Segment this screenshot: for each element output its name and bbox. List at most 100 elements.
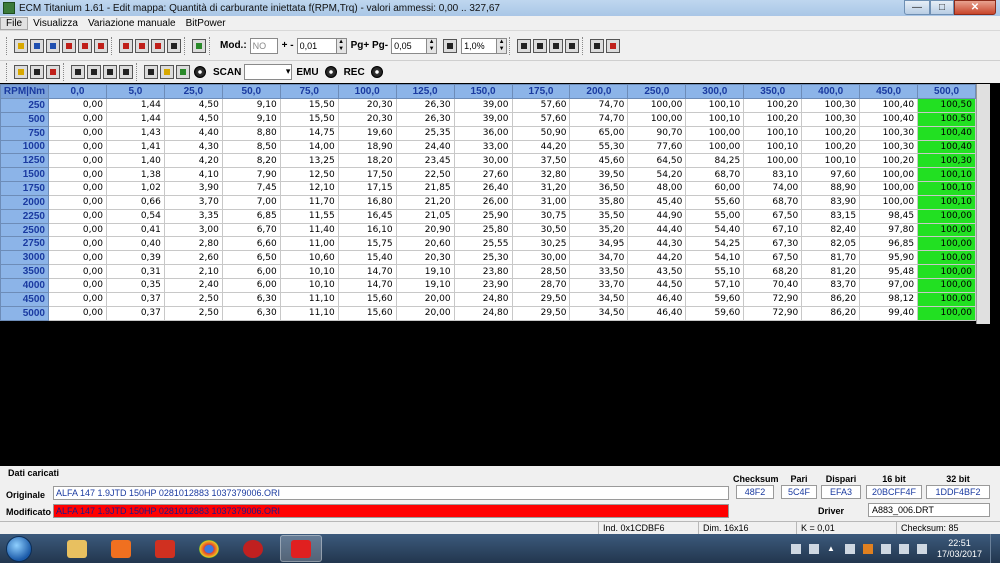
map-cell[interactable]: 97,60 (801, 167, 861, 183)
map-cell[interactable]: 24,40 (395, 139, 455, 155)
modified-file-field[interactable]: ALFA 147 1.9JTD 150HP 0281012883 1037379… (53, 504, 729, 518)
taskbar-media-player[interactable] (100, 535, 142, 562)
map-cell[interactable]: 6,30 (221, 291, 281, 307)
map-cell[interactable]: 83,10 (743, 167, 803, 183)
map-cell[interactable]: 95,90 (859, 250, 919, 266)
map-cell[interactable]: 0,00 (48, 264, 107, 279)
map-cell[interactable]: 0,37 (105, 305, 165, 321)
map-cell[interactable]: 0,66 (105, 194, 165, 210)
tray-network-icon[interactable] (880, 543, 891, 554)
map-cell[interactable]: 97,80 (859, 222, 919, 238)
map-cell[interactable]: 34,95 (569, 236, 629, 252)
map-cell[interactable]: 6,00 (221, 264, 281, 279)
map-cell[interactable]: 100,30 (859, 125, 919, 141)
percent-field[interactable]: 1,0% (461, 37, 498, 54)
map-cell[interactable]: 100,00 (627, 111, 687, 127)
export-icon[interactable] (192, 38, 206, 53)
map-cell[interactable]: 9,10 (221, 98, 281, 113)
map-cell[interactable]: 64,50 (627, 153, 687, 169)
map-cell[interactable]: 0,54 (105, 208, 165, 224)
map-cell[interactable]: 14,70 (337, 277, 397, 293)
map-cell[interactable]: 25,35 (395, 125, 455, 141)
map-cell[interactable]: 1,44 (105, 111, 165, 127)
maximize-button[interactable]: □ (930, 0, 954, 15)
map-cell[interactable]: 15,75 (337, 236, 397, 252)
map-cell[interactable]: 14,75 (279, 125, 339, 141)
map-cell[interactable]: 0,37 (105, 291, 165, 307)
map-cell[interactable]: 26,30 (395, 111, 455, 127)
map-cell[interactable]: 4,10 (163, 167, 223, 183)
map-cell[interactable]: 81,70 (801, 250, 861, 266)
map-cell[interactable]: 100,00 (917, 236, 976, 252)
map-cell[interactable]: 7,45 (221, 181, 281, 196)
map-cell[interactable]: 18,20 (337, 153, 397, 169)
map-cell[interactable]: 16,45 (337, 208, 397, 224)
tray-tools-icon[interactable] (862, 543, 873, 554)
map-cell[interactable]: 54,20 (627, 167, 687, 183)
map-cell[interactable]: 0,00 (48, 291, 107, 307)
map-cell[interactable]: 100,40 (917, 139, 976, 155)
map-cell[interactable]: 72,90 (743, 291, 803, 307)
map-cell[interactable]: 0,00 (48, 236, 107, 252)
unit-icon[interactable] (590, 38, 605, 53)
map-cell[interactable]: 54,25 (685, 236, 745, 252)
map-cell[interactable]: 57,60 (511, 111, 571, 127)
map-cell[interactable]: 59,60 (685, 291, 745, 307)
map-cell[interactable]: 3,70 (163, 194, 223, 210)
map-cell[interactable]: 3,90 (163, 181, 223, 196)
taskbar-explorer[interactable] (56, 535, 98, 562)
map-cell[interactable]: 35,50 (569, 208, 629, 224)
bin-icon[interactable] (565, 38, 580, 53)
map-cell[interactable]: 55,10 (685, 264, 745, 279)
map-cell[interactable]: 4,30 (163, 139, 223, 155)
map-cell[interactable]: 20,60 (395, 236, 455, 252)
map-cell[interactable]: 11,10 (279, 291, 339, 307)
map-cell[interactable]: 74,70 (569, 98, 629, 113)
map-cell[interactable]: 25,30 (453, 250, 513, 266)
tray-flag-icon[interactable] (844, 543, 855, 554)
map-cell[interactable]: 100,40 (917, 125, 976, 141)
view-icon[interactable] (517, 38, 532, 53)
map-cell[interactable]: 44,90 (627, 208, 687, 224)
map-cell[interactable]: 34,50 (569, 305, 629, 321)
scan-dropdown[interactable] (244, 64, 293, 80)
taskbar-tool[interactable] (144, 535, 186, 562)
map-cell[interactable]: 35,80 (569, 194, 629, 210)
map-view-4-icon[interactable] (119, 65, 133, 79)
map-cell[interactable]: 100,40 (859, 111, 919, 127)
map-cell[interactable]: 54,40 (685, 222, 745, 238)
map-cell[interactable]: 99,40 (859, 305, 919, 321)
map-cell[interactable]: 0,00 (48, 167, 107, 183)
map-cell[interactable]: 0,00 (48, 208, 107, 224)
taskbar-ecm-titanium[interactable] (280, 535, 322, 562)
map-cell[interactable]: 26,30 (395, 98, 455, 113)
3d-map-icon[interactable] (94, 38, 108, 53)
map-cell[interactable]: 6,85 (221, 208, 281, 224)
map-cell[interactable]: 16,10 (337, 222, 397, 238)
map-cell[interactable]: 23,45 (395, 153, 455, 169)
map-cell[interactable]: 100,10 (917, 167, 976, 183)
map-cell[interactable]: 28,50 (511, 264, 571, 279)
map-cell[interactable]: 50,90 (511, 125, 571, 141)
map-cell[interactable]: 100,20 (801, 125, 861, 141)
map-cell[interactable]: 100,10 (917, 181, 976, 196)
map-cell[interactable]: 0,00 (48, 194, 107, 210)
map-cell[interactable]: 98,12 (859, 291, 919, 307)
map-cell[interactable]: 7,00 (221, 194, 281, 210)
map-cell[interactable]: 74,70 (569, 111, 629, 127)
cancel-icon[interactable] (135, 38, 149, 53)
map-cell[interactable]: 86,20 (801, 305, 861, 321)
map-cell[interactable]: 8,50 (221, 139, 281, 155)
map-cell[interactable]: 20,00 (395, 291, 455, 307)
map-cell[interactable]: 67,30 (743, 236, 803, 252)
map-cell[interactable]: 95,48 (859, 264, 919, 279)
map-cell[interactable]: 24,80 (453, 305, 513, 321)
map-cell[interactable]: 13,25 (279, 153, 339, 169)
map-cell[interactable]: 82,05 (801, 236, 861, 252)
map-cell[interactable]: 14,70 (337, 264, 397, 279)
map-cell[interactable]: 86,20 (801, 291, 861, 307)
map-cell[interactable]: 100,00 (917, 305, 976, 321)
percent-spinner[interactable]: ▲ ▼ (497, 37, 508, 54)
map-cell[interactable]: 0,00 (48, 222, 107, 238)
tray-signal-icon[interactable] (898, 543, 909, 554)
